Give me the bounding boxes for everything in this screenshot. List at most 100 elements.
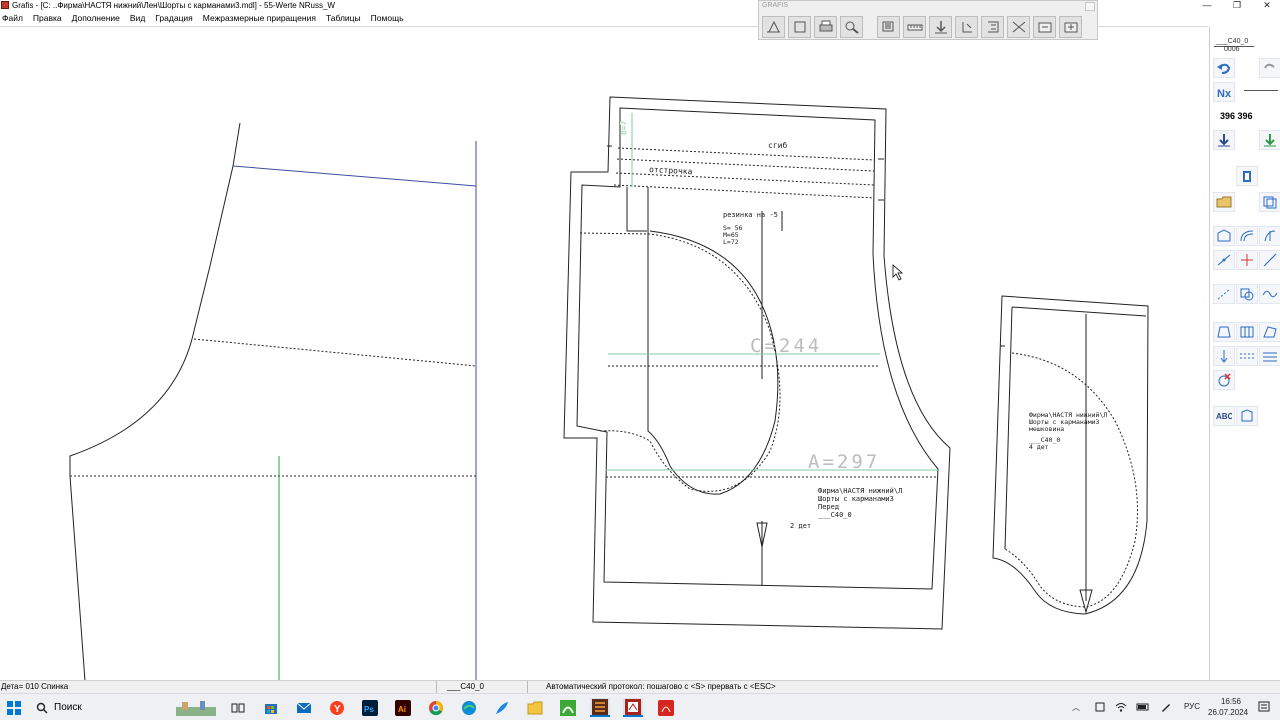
front-info-line-3: Перед (818, 503, 839, 511)
chrome-icon[interactable] (426, 698, 446, 717)
fold-icon[interactable] (1213, 322, 1235, 342)
move-down-icon[interactable] (929, 16, 952, 38)
menu-tables[interactable]: Таблицы (326, 12, 361, 25)
shape-icon[interactable] (1213, 226, 1235, 246)
search-icon (36, 702, 48, 713)
restore-button[interactable]: ❐ (1222, 0, 1252, 11)
stripe-icon[interactable] (1259, 322, 1280, 342)
status-size: ___C40_0 (436, 681, 528, 693)
search-box[interactable]: Поиск (30, 698, 165, 717)
menu-grading[interactable]: Градация (155, 12, 193, 25)
cut-icon[interactable] (1007, 16, 1030, 38)
drawing-canvas[interactable]: сгиб отстрочка резинка на -5 S= 56 M=65 … (0, 26, 1208, 681)
task-view-icon[interactable] (228, 698, 248, 717)
grading-icon[interactable]: Nx (1213, 82, 1235, 102)
size-number: 0006 (1224, 46, 1240, 53)
widgets-icon[interactable] (172, 698, 220, 717)
undo-icon[interactable] (1213, 58, 1235, 78)
pocket-bag-dotted (1004, 352, 1138, 608)
panel-line (1244, 90, 1278, 91)
fold-label: сгиб (768, 140, 787, 150)
menu-increments[interactable]: Межразмерные приращения (203, 12, 316, 25)
mail-icon[interactable] (294, 698, 314, 717)
redo-icon[interactable] (1259, 58, 1280, 78)
notification-icon[interactable] (1258, 701, 1270, 715)
menu-addon[interactable]: Дополнение (72, 12, 120, 25)
pattern-copy-icon[interactable] (788, 16, 811, 38)
piece-icon[interactable] (1236, 406, 1258, 426)
pattern-tool-icon[interactable] (762, 16, 785, 38)
front-info-line-2: Шорты с карманами3 (818, 495, 894, 503)
measure-icon[interactable] (981, 16, 1004, 38)
delete-icon[interactable] (1213, 370, 1235, 390)
curve-icon[interactable] (1236, 226, 1258, 246)
stitch-line-3 (613, 184, 875, 199)
diagonal-icon[interactable] (1259, 250, 1280, 270)
pocket-bag-side (1004, 306, 1013, 550)
acrobat-icon[interactable] (656, 698, 676, 717)
menu-view[interactable]: Вид (130, 12, 145, 25)
grafis-app-icon[interactable] (590, 698, 610, 717)
import-green-icon[interactable] (1259, 130, 1280, 150)
battery-icon[interactable] (1136, 701, 1150, 715)
split-icon[interactable] (1259, 226, 1280, 246)
layer-icon[interactable] (877, 16, 900, 38)
files-icon[interactable] (525, 698, 545, 717)
menu-file[interactable]: Файл (2, 12, 23, 25)
cross-icon[interactable] (1236, 250, 1258, 270)
store-icon[interactable] (261, 698, 281, 717)
start-icon[interactable] (4, 698, 24, 717)
clock-time[interactable]: 16:56 (1216, 697, 1246, 706)
edge-icon[interactable] (459, 698, 479, 717)
line-icon[interactable] (1213, 250, 1235, 270)
open-folder-icon[interactable] (1213, 192, 1235, 212)
pocket-bag-inner (1011, 306, 1147, 317)
status-protocol: Автоматический протокол: пошагово с <S> … (546, 682, 776, 691)
layers-icon[interactable] (1259, 346, 1280, 366)
panel-icon[interactable] (1236, 322, 1258, 342)
illustrator-icon[interactable]: Ai (393, 698, 413, 717)
pocket-count: 4 дет (1029, 443, 1049, 451)
download-icon[interactable] (1213, 130, 1235, 150)
right-tool-panel: ___C40_0 0006 396 396 Nx ABC (1209, 26, 1280, 680)
minimize-button[interactable]: — (1192, 0, 1222, 11)
elastic-title: резинка на -5 (723, 211, 778, 219)
corel-icon[interactable] (558, 698, 578, 717)
feather-icon[interactable] (492, 698, 512, 717)
wifi-icon[interactable] (1115, 701, 1127, 715)
hanger-icon[interactable] (1236, 166, 1258, 186)
toolbox-close-button[interactable] (1085, 2, 1095, 11)
svg-text:Nx: Nx (1217, 88, 1232, 99)
copy-piece-icon[interactable] (1259, 192, 1280, 212)
rotate-icon[interactable] (1236, 284, 1258, 304)
front-piece-outer (563, 96, 951, 630)
language-indicator[interactable]: РУС (1184, 702, 1200, 711)
close-button[interactable]: ✕ (1252, 0, 1280, 11)
pattern-drawing: сгиб отстрочка резинка на -5 S= 56 M=65 … (69, 96, 1149, 681)
pen-icon[interactable] (1160, 701, 1172, 715)
move-right-icon[interactable] (955, 16, 978, 38)
back-piece-waist (232, 165, 477, 187)
print-icon[interactable] (814, 16, 837, 38)
wave-icon[interactable] (1259, 284, 1280, 304)
front-count: 2 дет (790, 522, 811, 530)
export-icon[interactable] (1033, 16, 1056, 38)
spell-icon[interactable]: ABC (1213, 406, 1235, 426)
import-icon[interactable] (1059, 16, 1082, 38)
menu-edit[interactable]: Правка (33, 12, 62, 25)
tray-device-icon[interactable] (1094, 701, 1106, 715)
yandex-icon[interactable]: Y (327, 698, 347, 717)
points-icon[interactable] (1213, 284, 1235, 304)
tray-chevron-icon[interactable]: ︿ (1072, 702, 1080, 713)
clock-date[interactable]: 26.07.2024 (1208, 708, 1248, 717)
ruler-icon[interactable] (903, 16, 926, 38)
grafis-app2-icon[interactable] (623, 698, 643, 717)
dash-icon[interactable] (1236, 346, 1258, 366)
menu-help[interactable]: Помощь (371, 12, 404, 25)
status-bar: Дета= 010 Спинка ___C40_0 Автоматический… (0, 680, 1280, 693)
arrow-icon[interactable] (1213, 346, 1235, 366)
photoshop-icon[interactable]: Ps (360, 698, 380, 717)
menu-bar: Файл Правка Дополнение Вид Градация Межр… (0, 12, 404, 25)
zoom-icon[interactable] (840, 16, 863, 38)
pocket-curve (579, 232, 781, 492)
